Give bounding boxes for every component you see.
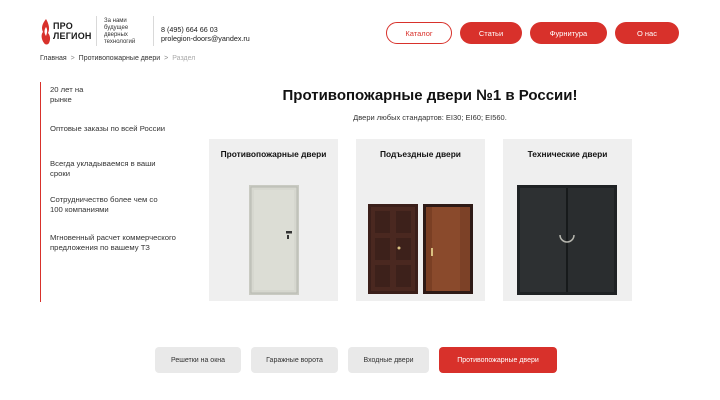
site-header: ПРО ЛЕГИОН За нами будущее дверных техно…	[0, 0, 720, 56]
email-link[interactable]: prolegion-doors@yandex.ru	[161, 34, 250, 43]
fireproof-door-image	[249, 185, 299, 295]
tag-fireproof-doors-button[interactable]: Противопожарные двери	[439, 347, 557, 373]
tag-window-grilles-button[interactable]: Решетки на окна	[155, 347, 241, 373]
logo[interactable]: ПРО ЛЕГИОН	[40, 18, 92, 46]
page-subtitle: Двери любых стандартов: EI30; EI60; EI56…	[353, 113, 507, 122]
advantage-item: Оптовые заказы по всей России	[50, 124, 166, 133]
tagline: За нами будущее дверных технологий	[104, 18, 136, 45]
card-title: Противопожарные двери	[220, 149, 327, 159]
header-divider	[153, 16, 154, 46]
flame-icon	[41, 19, 51, 45]
advantage-item: Мгновенный расчет коммерческого предложе…	[50, 233, 176, 252]
nav-catalog-button[interactable]: Каталог	[386, 22, 452, 44]
breadcrumb-section[interactable]: Противопожарные двери	[79, 55, 161, 62]
logo-line-1: ПРО	[53, 21, 73, 31]
tag-garage-gates-button[interactable]: Гаражные ворота	[251, 347, 338, 373]
logo-text: ПРО ЛЕГИОН	[53, 21, 92, 41]
category-card-fireproof[interactable]: Противопожарные двери	[209, 139, 338, 301]
contacts: 8 (495) 664 66 03 prolegion-doors@yandex…	[161, 25, 250, 43]
breadcrumb-separator: >	[164, 55, 169, 62]
header-divider	[96, 16, 97, 46]
logo-line-2: ЛЕГИОН	[53, 31, 92, 41]
category-card-entrance[interactable]: Подъездные двери	[356, 139, 485, 301]
advantage-item: Сотрудничество более чем со 100 компания…	[50, 195, 158, 214]
entrance-doors-image	[368, 204, 473, 294]
breadcrumb-separator: >	[70, 55, 75, 62]
tag-entrance-doors-button[interactable]: Входные двери	[348, 347, 429, 373]
phone-link[interactable]: 8 (495) 664 66 03	[161, 25, 250, 34]
nav-hardware-button[interactable]: Фурнитура	[530, 22, 607, 44]
category-card-technical[interactable]: Технические двери	[503, 139, 632, 301]
advantage-item: Всегда укладываемся в ваши сроки	[50, 159, 156, 178]
nav-articles-button[interactable]: Статьи	[460, 22, 522, 44]
technical-door-image	[517, 185, 617, 295]
breadcrumb-home[interactable]: Главная	[40, 55, 67, 62]
card-title: Технические двери	[527, 149, 608, 159]
nav-about-button[interactable]: О нас	[615, 22, 679, 44]
card-title: Подъездные двери	[380, 149, 461, 159]
advantage-item: 20 лет на рынке	[50, 85, 84, 104]
breadcrumb-current: Раздел	[172, 55, 196, 62]
page-title: Противопожарные двери №1 в России!	[282, 87, 578, 104]
breadcrumb: Главная > Противопожарные двери > Раздел	[40, 55, 195, 62]
advantages-list: 20 лет на рынке Оптовые заказы по всей Р…	[40, 82, 200, 302]
